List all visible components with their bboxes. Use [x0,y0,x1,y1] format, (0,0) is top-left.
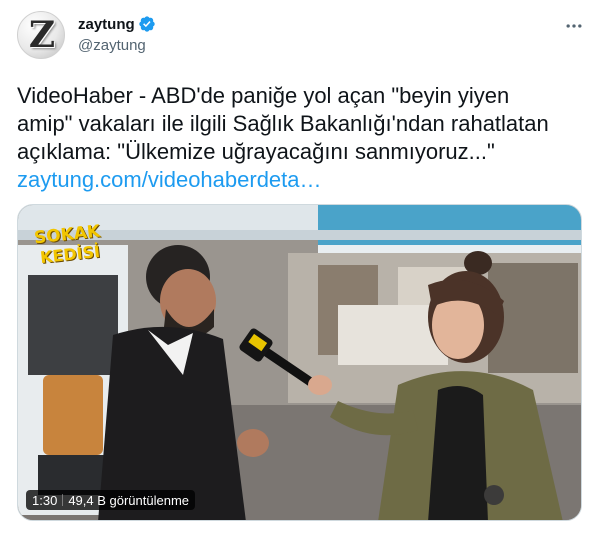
author-handle[interactable]: @zaytung [78,37,146,54]
avatar[interactable]: Z [17,11,65,59]
video-stats-badge: 1:30 49,4 B görüntülenme [26,490,196,510]
video-player[interactable]: SOKAK KEDİSİ 1:30 49,4 B görüntülenme [17,204,582,521]
watermark-logo: SOKAK KEDİSİ [32,222,112,269]
author-name-row[interactable]: zaytung [78,14,156,34]
avatar-logo-letter: Z [28,14,56,56]
video-duration: 1:30 [32,492,58,508]
view-count: 49,4 B görüntülenme [68,492,190,508]
tweet-card[interactable]: Z zaytung @zaytung VideoHaber - ABD'de p… [0,0,598,536]
tweet-text-line: amip" vakaları ile ilgili Sağlık Bakanlı… [17,111,549,136]
tweet-text-line: VideoHaber - ABD'de paniğe yol açan "bey… [17,83,510,108]
badge-divider [62,494,64,506]
tweet-text-line: açıklama: "Ülkemize uğrayacağını sanmıyo… [17,139,495,164]
more-options-icon[interactable] [562,14,586,38]
article-link[interactable]: zaytung.com/videohaberdeta… [17,166,581,194]
verified-badge-icon [138,15,156,33]
tweet-text: VideoHaber - ABD'de paniğe yol açan "bey… [17,82,581,194]
author-display-name[interactable]: zaytung [78,16,135,33]
